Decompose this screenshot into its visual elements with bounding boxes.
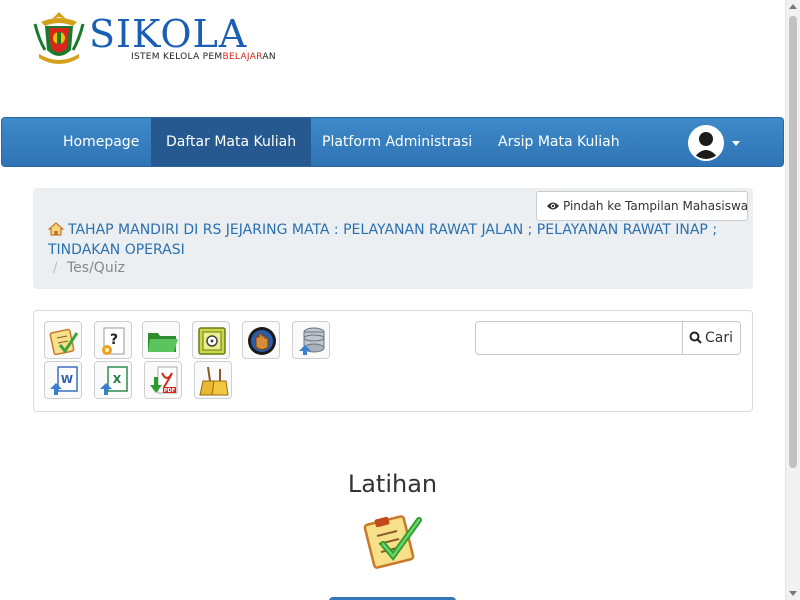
eye-icon	[547, 202, 559, 210]
excel-upload-icon: X	[100, 366, 128, 395]
excel-upload-button[interactable]: X	[94, 361, 132, 399]
switch-to-student-view-button[interactable]: Pindah ke Tampilan Mahasiswa	[536, 191, 748, 221]
question-icon: ?	[102, 327, 125, 355]
home-icon	[48, 222, 64, 236]
add-quiz-button[interactable]	[44, 321, 82, 359]
scroll-up-arrow-icon[interactable]	[789, 4, 797, 9]
pdf-download-button[interactable]: PDF	[144, 361, 182, 399]
scroll-down-arrow-icon[interactable]	[789, 591, 797, 596]
main-navbar: Homepage Daftar Mata Kuliah Platform Adm…	[1, 117, 784, 167]
nav-arsip-mata-kuliah[interactable]: Arsip Mata Kuliah	[483, 118, 635, 166]
broom-icon	[199, 366, 229, 396]
svg-text:PDF: PDF	[164, 388, 175, 394]
nav-platform-administrasi[interactable]: Platform Administrasi	[307, 118, 487, 166]
safe-button[interactable]	[192, 321, 230, 359]
caret-down-icon	[732, 141, 740, 146]
nav-daftar-mata-kuliah[interactable]: Daftar Mata Kuliah	[151, 118, 312, 166]
word-upload-icon: W	[50, 366, 78, 395]
university-emblem-icon	[33, 12, 85, 64]
search-input[interactable]	[475, 321, 683, 355]
folder-icon	[148, 333, 178, 352]
add-question-button[interactable]: ?	[94, 321, 132, 359]
tools-panel: ? W X PDF Cari	[33, 310, 753, 412]
safe-icon	[198, 327, 226, 355]
svg-text:W: W	[61, 373, 73, 386]
section-title: Latihan	[347, 470, 438, 498]
svg-text:X: X	[113, 373, 122, 386]
hand-icon	[248, 327, 276, 355]
breadcrumb-current: Tes/Quiz	[67, 260, 125, 276]
quiz-checklist-icon[interactable]	[361, 508, 425, 570]
quiz-checklist-icon	[49, 328, 79, 356]
folder-button[interactable]	[142, 321, 180, 359]
page-scrollbar[interactable]	[785, 0, 800, 600]
database-upload-icon	[299, 327, 325, 355]
nav-homepage[interactable]: Homepage	[48, 118, 154, 166]
broom-clean-button[interactable]	[194, 361, 232, 399]
pdf-download-icon: PDF	[150, 366, 178, 394]
logo-tagline: ISTEM KELOLA PEMBELAJARAN	[131, 52, 276, 62]
breadcrumb: Pindah ke Tampilan Mahasiswa TAHAP MANDI…	[33, 188, 753, 289]
word-upload-button[interactable]: W	[44, 361, 82, 399]
search-button[interactable]: Cari	[683, 321, 741, 355]
user-avatar-icon	[688, 125, 724, 161]
logo-wordmark: SIKOLA	[89, 12, 248, 56]
search-icon	[689, 331, 702, 344]
breadcrumb-separator: /	[53, 261, 58, 276]
svg-text:?: ?	[110, 332, 118, 348]
user-menu-toggle[interactable]	[688, 125, 744, 161]
scroll-thumb[interactable]	[789, 16, 797, 468]
breadcrumb-course-link[interactable]: TAHAP MANDIRI DI RS JEJARING MATA : PELA…	[48, 220, 718, 260]
database-upload-button[interactable]	[292, 321, 330, 359]
site-logo[interactable]: SIKOLA ISTEM KELOLA PEMBELAJARAN	[33, 8, 293, 68]
hand-button[interactable]	[242, 321, 280, 359]
